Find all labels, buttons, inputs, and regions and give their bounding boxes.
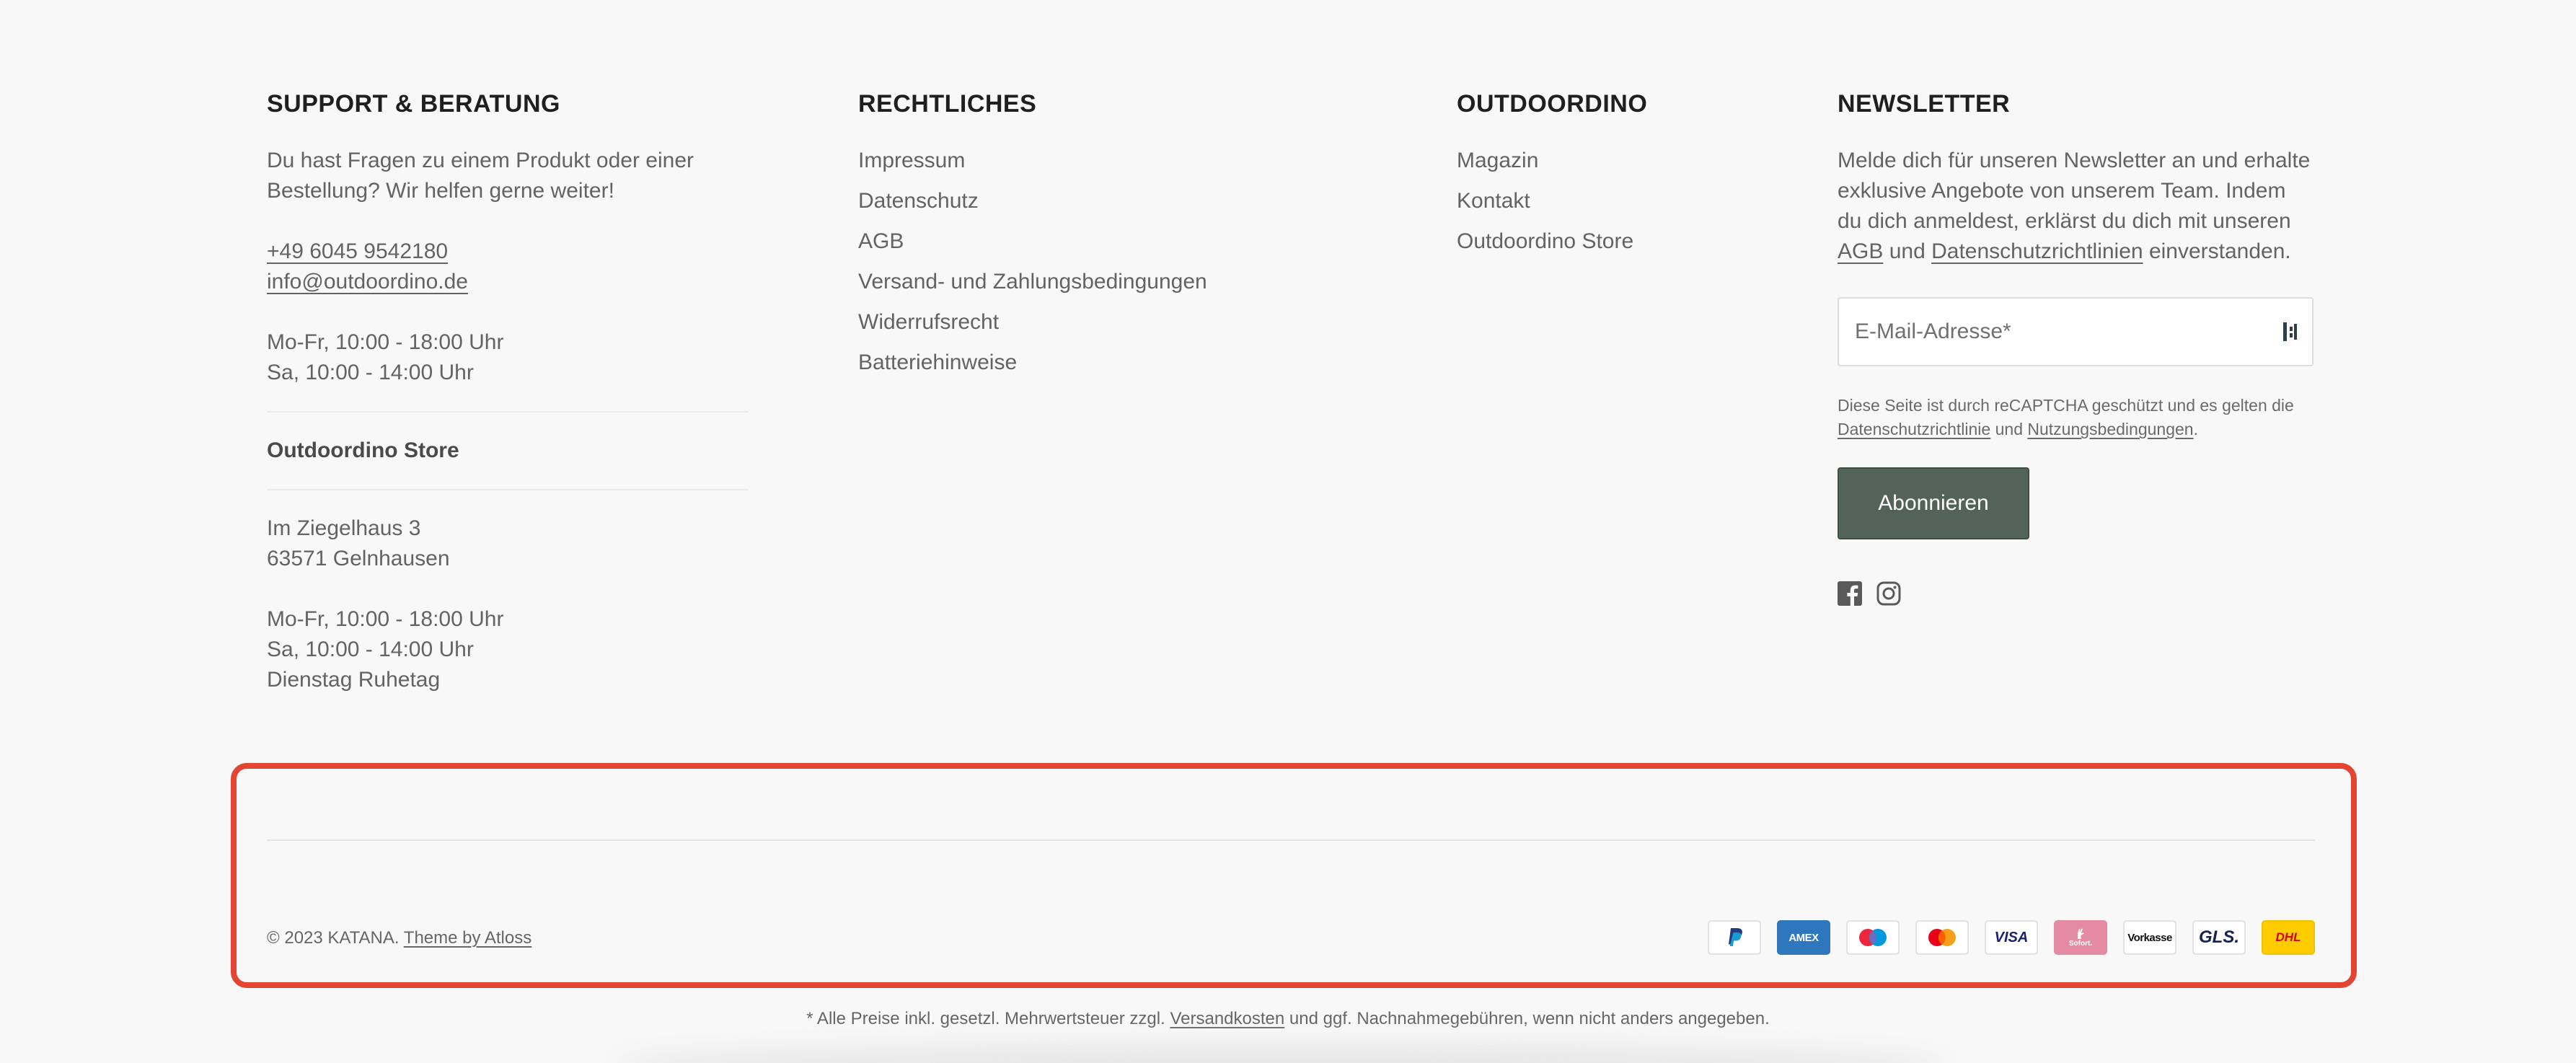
gls-icon: GLS. bbox=[2192, 920, 2246, 955]
payment-methods: AMEX VISA Sofort. Vorkasse GLS. DHL bbox=[1708, 920, 2315, 955]
bottom-divider bbox=[267, 839, 2315, 841]
support-hours-saturday: Sa, 10:00 - 14:00 Uhr bbox=[267, 361, 474, 384]
support-hours-weekday: Mo-Fr, 10:00 - 18:00 Uhr bbox=[267, 330, 504, 354]
instagram-icon[interactable] bbox=[1876, 581, 1901, 606]
legal-column: RECHTLICHES Impressum Datenschutz AGB Ve… bbox=[858, 85, 1363, 388]
price-footnote: * Alle Preise inkl. gesetzl. Mehrwertste… bbox=[806, 1009, 1770, 1028]
recaptcha-privacy-link[interactable]: Datenschutzrichtlinie bbox=[1838, 420, 1990, 438]
legal-link-agb[interactable]: AGB bbox=[858, 226, 1363, 257]
store-city: 63571 Gelnhausen bbox=[267, 547, 450, 570]
visa-icon: VISA bbox=[1985, 920, 2038, 955]
support-heading: SUPPORT & BERATUNG bbox=[267, 90, 560, 118]
divider bbox=[267, 489, 749, 490]
newsletter-description: Melde dich für unseren Newsletter an und… bbox=[1838, 149, 2311, 263]
email-field-wrapper bbox=[1838, 297, 2313, 366]
dhl-icon: DHL bbox=[2262, 920, 2315, 955]
store-hours-weekday: Mo-Fr, 10:00 - 18:00 Uhr bbox=[267, 607, 504, 631]
sofort-hand-icon bbox=[2078, 928, 2084, 939]
vorkasse-icon: Vorkasse bbox=[2123, 920, 2176, 955]
sofort-icon: Sofort. bbox=[2054, 920, 2107, 955]
legal-link-batterie[interactable]: Batteriehinweise bbox=[858, 348, 1363, 378]
legal-link-widerruf[interactable]: Widerrufsrecht bbox=[858, 307, 1363, 338]
bottom-shadow bbox=[613, 1043, 1947, 1063]
facebook-icon[interactable] bbox=[1838, 581, 1862, 606]
outdoordino-column: OUTDOORDINO Magazin Kontakt Outdoordino … bbox=[1457, 85, 1803, 267]
support-intro: Du hast Fragen zu einem Produkt oder ein… bbox=[267, 149, 694, 203]
outdoordino-link-kontakt[interactable]: Kontakt bbox=[1457, 186, 1803, 216]
amex-icon: AMEX bbox=[1777, 920, 1830, 955]
outdoordino-link-magazin[interactable]: Magazin bbox=[1457, 146, 1803, 176]
theme-credit-link[interactable]: Theme by Atloss bbox=[404, 928, 531, 948]
social-links bbox=[1838, 581, 2315, 606]
outdoordino-link-store[interactable]: Outdoordino Store bbox=[1457, 226, 1803, 257]
recaptcha-terms-link[interactable]: Nutzungsbedingungen bbox=[2027, 420, 2193, 438]
store-hours-saturday: Sa, 10:00 - 14:00 Uhr bbox=[267, 638, 474, 661]
recaptcha-notice: Diese Seite ist durch reCAPTCHA geschütz… bbox=[1838, 396, 2294, 438]
shipping-costs-link[interactable]: Versandkosten bbox=[1170, 1009, 1284, 1028]
newsletter-privacy-link[interactable]: Datenschutzrichtlinien bbox=[1931, 239, 2143, 263]
mastercard-icon bbox=[1915, 920, 1969, 955]
outdoordino-heading: OUTDOORDINO bbox=[1457, 90, 1648, 118]
footer-page: SUPPORT & BERATUNG Du hast Fragen zu ein… bbox=[0, 0, 2576, 1063]
store-street: Im Ziegelhaus 3 bbox=[267, 516, 421, 540]
legal-heading: RECHTLICHES bbox=[858, 90, 1037, 118]
support-column: SUPPORT & BERATUNG Du hast Fragen zu ein… bbox=[267, 85, 749, 695]
newsletter-column: NEWSLETTER Melde dich für unseren Newsle… bbox=[1838, 85, 2315, 606]
newsletter-agb-link[interactable]: AGB bbox=[1838, 239, 1883, 263]
store-closed-day: Dienstag Ruhetag bbox=[267, 668, 441, 692]
legal-link-datenschutz[interactable]: Datenschutz bbox=[858, 186, 1363, 216]
store-title: Outdoordino Store bbox=[267, 438, 459, 462]
password-manager-icon[interactable] bbox=[2282, 319, 2299, 344]
legal-link-versand[interactable]: Versand- und Zahlungsbedingungen bbox=[858, 267, 1363, 297]
copyright: © 2023 KATANA. Theme by Atloss bbox=[267, 928, 532, 948]
divider bbox=[267, 411, 749, 413]
newsletter-heading: NEWSLETTER bbox=[1838, 90, 2011, 118]
subscribe-button[interactable]: Abonnieren bbox=[1838, 467, 2029, 539]
support-email-link[interactable]: info@outdoordino.de bbox=[267, 270, 468, 294]
paypal-icon bbox=[1708, 920, 1761, 955]
support-phone-link[interactable]: +49 6045 9542180 bbox=[267, 239, 448, 263]
legal-link-impressum[interactable]: Impressum bbox=[858, 146, 1363, 176]
email-field[interactable] bbox=[1853, 319, 2282, 345]
maestro-icon bbox=[1846, 920, 1900, 955]
